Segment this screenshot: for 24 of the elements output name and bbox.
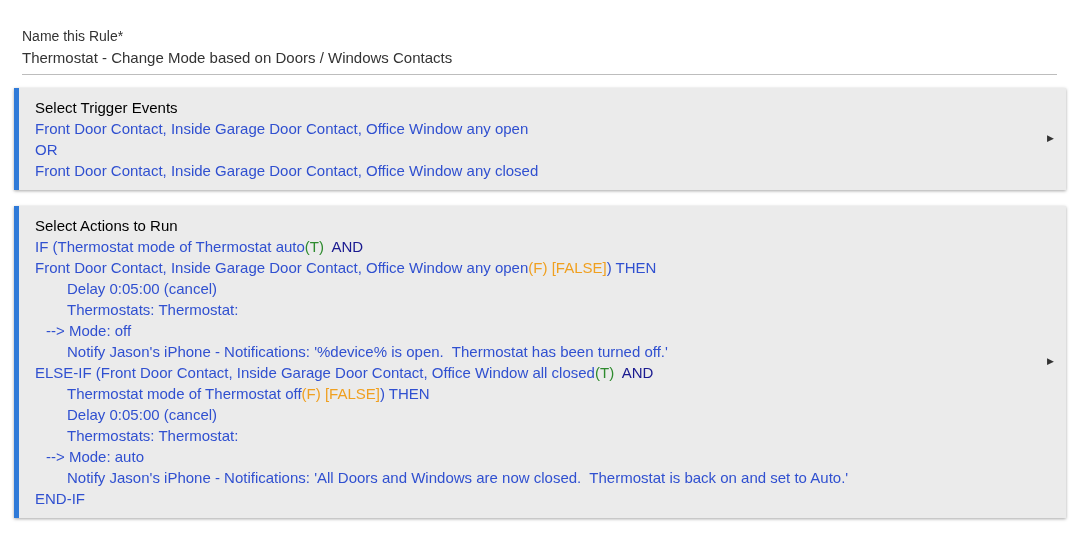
rule-line: Notify Jason's iPhone - Notifications: '%device% is open. Thermostat has been turned off.' xyxy=(67,342,668,362)
rule-line: Thermostats: Thermostat: xyxy=(67,300,239,320)
rule-line: ELSE-IF (Front Door Contact, Inside Garage Door Contact, Office Window all closed(T) AND xyxy=(35,363,654,383)
rule-line: OR xyxy=(35,140,58,160)
rule-line: Delay 0:05:00 (cancel) xyxy=(67,405,218,425)
rule-line: Thermostat mode of Thermostat off(F) [FALSE]) THEN xyxy=(67,384,430,404)
rule-line: Thermostats: Thermostat: xyxy=(67,426,239,446)
rule-line: Front Door Contact, Inside Garage Door Contact, Office Window any closed xyxy=(35,161,539,181)
rule-line: --> Mode: off xyxy=(46,321,132,341)
rule-line: IF (Thermostat mode of Thermostat auto(T) AND xyxy=(35,237,364,257)
section-title: Select Actions to Run xyxy=(35,216,178,236)
rule-line: --> Mode: auto xyxy=(46,447,144,467)
section-card[interactable]: Select Trigger Events Front Door Contact, Inside Garage Door Contact, Office Window any open OR Front Door Contact, Inside Garage Door Contact, Office Window any closed ▶ xyxy=(14,88,1066,190)
rule-line: Front Door Contact, Inside Garage Door Contact, Office Window any open(F) [FALSE]) THEN xyxy=(35,258,657,278)
rule-line: END-IF xyxy=(35,489,85,509)
section-title: Select Trigger Events xyxy=(35,98,178,118)
section-card[interactable] xyxy=(14,206,1066,518)
rule-line: Notify Jason's iPhone - Notifications: 'All Doors and Windows are now closed. Thermostat is back on and set to Auto.' xyxy=(67,468,849,488)
rule-name-field[interactable]: Thermostat - Change Mode based on Doors / Windows Contacts xyxy=(22,47,1057,69)
field-label: Name this Rule* xyxy=(22,27,124,46)
rule-line: Delay 0:05:00 (cancel) xyxy=(67,279,218,299)
expand-icon[interactable]: ▶ xyxy=(1047,355,1054,369)
rule-line: Front Door Contact, Inside Garage Door Contact, Office Window any open xyxy=(35,119,529,139)
expand-icon[interactable]: ▶ xyxy=(1047,132,1054,146)
